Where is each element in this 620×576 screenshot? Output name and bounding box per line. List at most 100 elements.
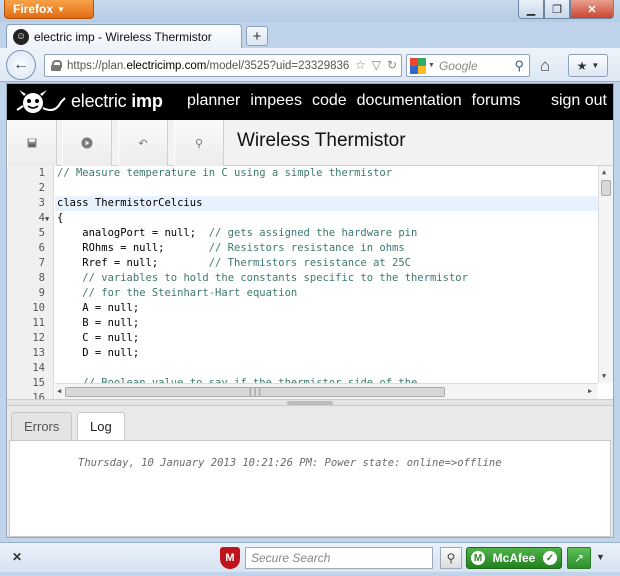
history-dropdown-icon[interactable]: ▽ <box>372 58 381 72</box>
line-number: 6 <box>38 242 45 254</box>
back-arrow-icon: ← <box>13 56 29 73</box>
site-logo-text[interactable]: electric imp <box>71 91 163 112</box>
code-editor[interactable]: 1 2 3 4 ▼ 5 6 7 8 9 10 11 12 13 14 15 16 // Measure temp… <box>7 166 613 404</box>
navigation-bar: ← https://plan.electricimp.com/model/352… <box>0 48 620 82</box>
code-line[interactable] <box>55 181 598 196</box>
browser-tab[interactable]: ☺ electric imp - Wireless Thermistor <box>6 24 242 48</box>
code-text: C = null; <box>57 332 140 344</box>
line-number: 8 <box>38 272 45 284</box>
reload-icon[interactable]: ↻ <box>387 58 397 72</box>
tab-title: electric imp - Wireless Thermistor <box>34 29 212 44</box>
new-tab-button[interactable]: + <box>246 26 268 46</box>
imp-logo-icon[interactable] <box>15 88 67 116</box>
back-button[interactable]: ← <box>6 50 36 80</box>
google-engine-icon[interactable] <box>410 57 426 74</box>
scroll-right-icon[interactable]: ▶ <box>588 387 592 395</box>
code-comment: // Measure temperature in C using a simp… <box>57 167 393 179</box>
engine-dropdown-icon[interactable]: ▼ <box>428 62 435 69</box>
code-line[interactable]: // variables to hold the constants speci… <box>55 271 598 286</box>
scroll-up-icon[interactable]: ▲ <box>602 168 606 176</box>
chevron-down-icon[interactable]: ▼ <box>596 552 605 562</box>
mcafee-label: McAfee <box>492 551 536 565</box>
code-line[interactable]: class ThermistorCelcius <box>55 196 598 211</box>
firefox-menu-button[interactable]: Firefox ▼ <box>4 0 94 19</box>
secure-search-input[interactable]: Secure Search <box>245 547 433 569</box>
tab-errors[interactable]: Errors <box>11 412 73 440</box>
code-line[interactable]: D = null; <box>55 346 598 361</box>
line-number: 12 <box>32 332 45 344</box>
siteadvisor-button[interactable]: ↗ <box>567 547 591 569</box>
code-text: { <box>57 212 64 224</box>
check-icon: ✓ <box>543 551 557 565</box>
search-bar[interactable]: ▼ Google ⚲ <box>406 54 530 77</box>
minimize-button[interactable]: ▁ <box>518 0 544 19</box>
nav-impees[interactable]: impees <box>250 92 302 110</box>
code-line[interactable]: Rref = null; // Thermistors resistance a… <box>55 256 598 271</box>
siteadvisor-icon: ↗ <box>573 551 585 565</box>
code-line[interactable]: B = null; <box>55 316 598 331</box>
code-line[interactable]: // Measure temperature in C using a simp… <box>55 166 598 181</box>
url-text[interactable]: https://plan.electricimp.com/model/3525?… <box>67 60 349 72</box>
home-icon[interactable]: ⌂ <box>540 56 550 76</box>
bookmarks-button[interactable]: ★ ▼ <box>568 54 608 77</box>
code-area[interactable]: // Measure temperature in C using a simp… <box>55 166 598 383</box>
code-comment: // gets assigned the hardware pin <box>208 227 418 239</box>
code-line[interactable]: analogPort = null; // gets assigned the … <box>55 226 598 241</box>
magnifier-icon: ⚲ <box>194 137 204 150</box>
bookmark-star-icon[interactable]: ☆ <box>355 58 366 72</box>
tab-log[interactable]: Log <box>77 412 125 440</box>
horizontal-scrollbar[interactable]: ◀ ||| ▶ <box>55 383 598 399</box>
code-comment: // Resistors resistance in ohms <box>208 242 405 254</box>
nav-code[interactable]: code <box>312 92 347 110</box>
scroll-down-icon[interactable]: ▼ <box>602 372 606 380</box>
undo-button[interactable]: ↶ <box>118 120 168 166</box>
close-window-button[interactable]: ✕ <box>570 0 614 19</box>
run-button[interactable] <box>62 120 112 166</box>
search-icon[interactable]: ⚲ <box>514 58 524 74</box>
mcafee-button[interactable]: M McAfee ✓ <box>466 547 562 569</box>
line-number: 2 <box>38 182 45 194</box>
url-domain: electricimp.com <box>126 59 207 72</box>
splitter-grip[interactable] <box>287 401 333 405</box>
panel-splitter[interactable] <box>7 399 613 406</box>
code-line[interactable]: // Boolean value to say if the thermisto… <box>55 376 598 383</box>
save-button[interactable] <box>7 120 57 166</box>
code-line[interactable]: // for the Steinhart-Hart equation <box>55 286 598 301</box>
search-icon: ⚲ <box>446 551 456 565</box>
search-code-button[interactable]: ⚲ <box>174 120 224 166</box>
url-bar[interactable]: https://plan.electricimp.com/model/3525?… <box>44 54 402 77</box>
logo-text-bold: imp <box>131 91 163 111</box>
code-line[interactable]: ROhms = null; // Resistors resistance in… <box>55 241 598 256</box>
fold-toggle-icon[interactable]: ▼ <box>45 215 49 223</box>
code-line[interactable] <box>55 361 598 376</box>
code-comment: // Thermistors resistance at 25C <box>208 257 412 269</box>
search-input[interactable]: Google <box>439 59 515 73</box>
vertical-scrollbar[interactable]: ▲ ▼ <box>598 166 613 383</box>
maximize-button[interactable]: ❐ <box>544 0 570 19</box>
code-line[interactable]: C = null; <box>55 331 598 346</box>
mcafee-shield-icon[interactable]: M <box>220 547 240 569</box>
output-panel: Errors Log Thursday, 10 January 2013 10:… <box>7 406 613 537</box>
addon-bar: ✕ M Secure Search ⚲ M McAfee ✓ ↗ ▼ <box>0 542 620 572</box>
horizontal-scroll-thumb[interactable]: ||| <box>65 387 445 397</box>
line-number: 9 <box>38 287 45 299</box>
sign-out-link[interactable]: sign out <box>551 92 607 110</box>
lock-icon <box>51 60 62 71</box>
line-number: 13 <box>32 347 45 359</box>
web-page: electric imp planner impees code documen… <box>6 83 614 538</box>
secure-search-button[interactable]: ⚲ <box>440 547 462 569</box>
line-number: 1 <box>38 167 45 179</box>
site-header: electric imp planner impees code documen… <box>7 84 613 120</box>
scroll-left-icon[interactable]: ◀ <box>57 387 61 395</box>
firefox-menu-label: Firefox <box>13 2 54 16</box>
nav-documentation[interactable]: documentation <box>357 92 462 110</box>
nav-forums[interactable]: forums <box>472 92 521 110</box>
close-addon-bar-icon[interactable]: ✕ <box>12 550 22 564</box>
vertical-scroll-thumb[interactable] <box>601 180 611 196</box>
nav-planner[interactable]: planner <box>187 92 240 110</box>
code-line[interactable]: A = null; <box>55 301 598 316</box>
code-line[interactable]: { <box>55 211 598 226</box>
logo-text-light: electric <box>71 91 132 111</box>
chevron-down-icon: ▼ <box>57 4 65 14</box>
